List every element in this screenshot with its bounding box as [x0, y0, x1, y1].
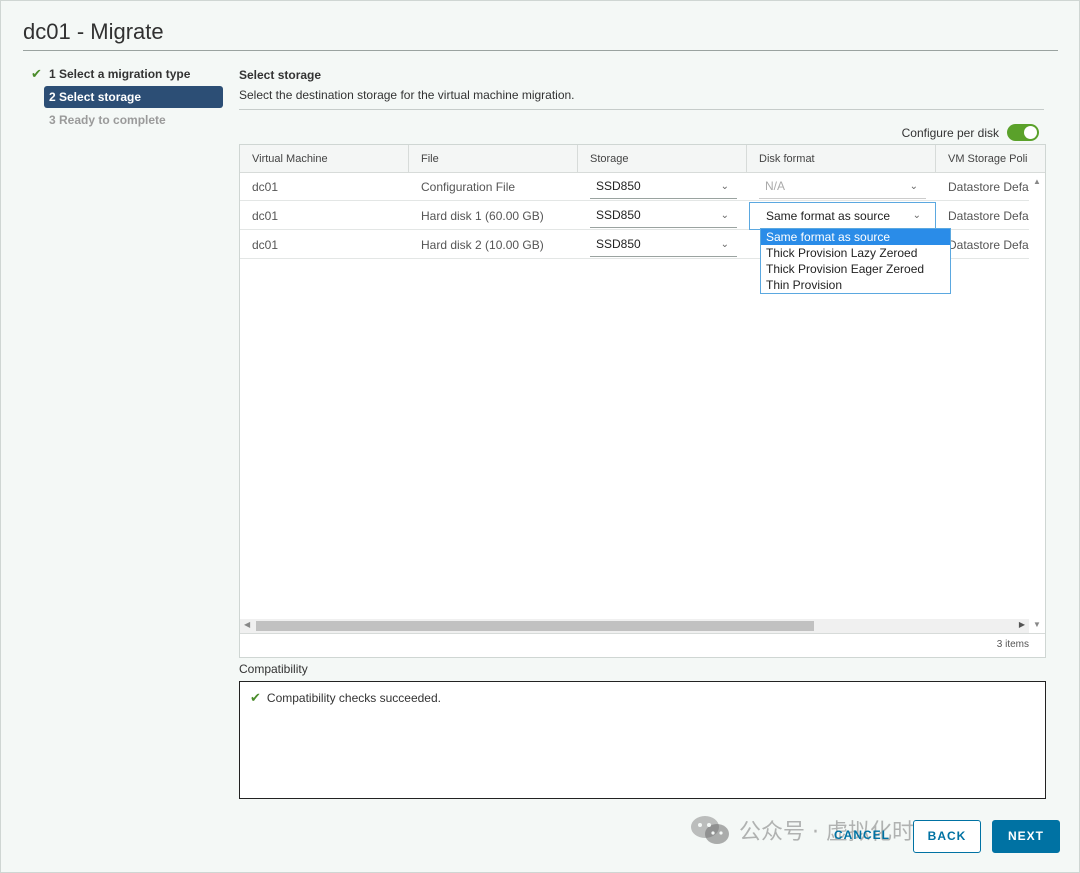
- cell-vm: dc01: [252, 180, 279, 194]
- storage-select[interactable]: SSD850 ⌄: [590, 175, 737, 199]
- compatibility-label: Compatibility: [239, 662, 308, 676]
- column-header-disk-format[interactable]: Disk format: [747, 145, 936, 173]
- configure-per-disk-toggle[interactable]: [1007, 124, 1039, 141]
- wizard-steps: ✔ 1 Select a migration type 2 Select sto…: [29, 63, 223, 132]
- table-row[interactable]: dc01 Configuration File SSD850 ⌄ N/A ⌄ D…: [240, 173, 1029, 201]
- column-header-vm-storage-policy[interactable]: VM Storage Poli: [936, 145, 1045, 173]
- dropdown-option-thick-lazy[interactable]: Thick Provision Lazy Zeroed: [761, 245, 950, 261]
- dropdown-option-same-format[interactable]: Same format as source: [761, 229, 950, 245]
- cell-file: Hard disk 1 (60.00 GB): [421, 209, 544, 223]
- section-divider: [239, 109, 1044, 110]
- disk-format-select: N/A ⌄: [759, 175, 926, 199]
- wechat-logo-icon: [691, 816, 729, 844]
- scrollbar-thumb[interactable]: [256, 621, 814, 631]
- checkmark-icon: ✔: [31, 66, 42, 81]
- scroll-left-icon[interactable]: ◀: [244, 620, 250, 629]
- next-button[interactable]: NEXT: [992, 820, 1060, 853]
- column-header-virtual-machine[interactable]: Virtual Machine: [240, 145, 409, 173]
- chevron-down-icon: ⌄: [909, 181, 918, 192]
- table-row[interactable]: dc01 Hard disk 1 (60.00 GB) SSD850 ⌄ Sam…: [240, 202, 1029, 230]
- cell-storage-policy: Datastore Defa: [948, 180, 1029, 194]
- scroll-down-icon[interactable]: ▼: [1033, 620, 1041, 629]
- storage-value: SSD850: [596, 208, 641, 222]
- cell-storage-policy: Datastore Defa: [948, 209, 1029, 223]
- disk-format-dropdown[interactable]: Same format as source Thick Provision La…: [760, 228, 951, 294]
- step-select-migration-type[interactable]: ✔ 1 Select a migration type: [29, 63, 223, 85]
- migrate-dialog: dc01 - Migrate ✔ 1 Select a migration ty…: [0, 0, 1080, 873]
- disk-format-value: Same format as source: [766, 209, 891, 223]
- cell-file: Hard disk 2 (10.00 GB): [421, 238, 544, 252]
- vertical-scrollbar[interactable]: ▲ ▼: [1029, 173, 1045, 643]
- step-ready-to-complete: 3 Ready to complete: [29, 109, 223, 131]
- cell-vm: dc01: [252, 238, 279, 252]
- cancel-button[interactable]: CANCEL: [827, 820, 897, 853]
- section-title: Select storage: [239, 68, 322, 82]
- item-count: 3 items: [996, 639, 1029, 650]
- back-button[interactable]: BACK: [913, 820, 981, 853]
- section-description: Select the destination storage for the v…: [239, 88, 575, 102]
- disk-format-select[interactable]: Same format as source ⌄: [749, 202, 936, 230]
- dropdown-option-thick-eager[interactable]: Thick Provision Eager Zeroed: [761, 261, 950, 277]
- scroll-up-icon[interactable]: ▲: [1033, 177, 1041, 186]
- column-header-storage[interactable]: Storage: [578, 145, 747, 173]
- chevron-down-icon: ⌄: [720, 210, 729, 221]
- checkmark-icon: ✔: [250, 690, 261, 705]
- scroll-right-icon[interactable]: ▶: [1019, 620, 1025, 629]
- column-header-file[interactable]: File: [409, 145, 578, 173]
- disk-format-value: N/A: [765, 179, 786, 193]
- chevron-down-icon: ⌄: [912, 210, 921, 221]
- horizontal-scrollbar[interactable]: ◀ ▶: [240, 619, 1029, 633]
- cell-file: Configuration File: [421, 180, 516, 194]
- compatibility-message-text: Compatibility checks succeeded.: [266, 691, 441, 705]
- dialog-title: dc01 - Migrate: [23, 19, 164, 44]
- configure-per-disk-row: Configure per disk: [902, 124, 1039, 141]
- compatibility-box: ✔ Compatibility checks succeeded.: [239, 681, 1046, 799]
- step-label: 2 Select storage: [49, 90, 142, 104]
- grid-footer: 3 items: [240, 633, 1045, 657]
- grid-header: Virtual Machine File Storage Disk format…: [240, 145, 1045, 173]
- storage-select[interactable]: SSD850 ⌄: [590, 233, 737, 257]
- compatibility-message: ✔ Compatibility checks succeeded.: [250, 690, 441, 706]
- chevron-down-icon: ⌄: [720, 181, 729, 192]
- storage-value: SSD850: [596, 179, 641, 193]
- step-select-storage[interactable]: 2 Select storage: [44, 86, 223, 108]
- dropdown-option-thin[interactable]: Thin Provision: [761, 277, 950, 293]
- step-label: 1 Select a migration type: [49, 67, 191, 81]
- toggle-label: Configure per disk: [901, 125, 999, 140]
- title-divider: [23, 50, 1058, 51]
- storage-select[interactable]: SSD850 ⌄: [590, 204, 737, 228]
- toggle-knob: [1024, 126, 1037, 139]
- step-label: 3 Ready to complete: [49, 113, 166, 127]
- cell-vm: dc01: [252, 209, 279, 223]
- storage-value: SSD850: [596, 237, 641, 251]
- chevron-down-icon: ⌄: [720, 239, 729, 250]
- storage-grid: Virtual Machine File Storage Disk format…: [239, 144, 1046, 658]
